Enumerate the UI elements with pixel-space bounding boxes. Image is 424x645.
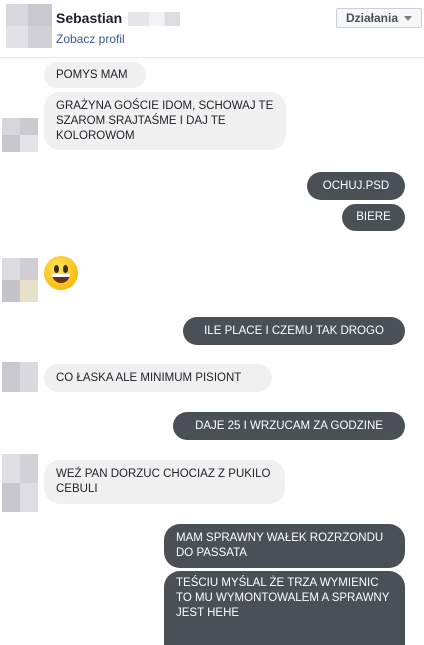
avatar[interactable] [2,362,38,392]
contact-name[interactable]: Sebastian [56,10,122,26]
chevron-down-icon [404,15,413,21]
message-bubble-outgoing: ILE PLACE I CZEMU TAK DROGO [183,317,405,345]
smiley-emoji-icon [44,256,78,290]
avatar[interactable] [6,4,52,48]
actions-label: Działania [345,11,399,25]
message-bubble-incoming: WEŹ PAN DORZUC CHOCIAZ Z PUKILO CEBULI [44,460,285,504]
redacted-surname [128,12,180,26]
message-bubble-outgoing: MAM SPRAWNY WAŁEK ROZRZONDU DO PASSATA [164,524,405,568]
avatar[interactable] [2,118,38,152]
chat-header: Sebastian Zobacz profil Działania [0,0,424,58]
message-bubble-incoming: GRAŻYNA GOŚCIE IDOM, SCHOWAJ TE SZAROM S… [44,92,286,150]
message-bubble-outgoing: BIERE [342,204,405,231]
view-profile-link[interactable]: Zobacz profil [56,32,125,46]
message-bubble-incoming: CO ŁASKA ALE MINIMUM PISIONT [44,364,272,392]
message-bubble-outgoing: DAJE 25 I WRZUCAM ZA GODZINE [173,412,405,440]
avatar[interactable] [2,258,38,302]
message-bubble-incoming: POMYS MAM [44,62,146,88]
avatar[interactable] [2,454,38,512]
actions-dropdown-button[interactable]: Działania [336,8,422,28]
message-bubble-outgoing: TEŚCIU MYŚLAL ŻE TRZA WYMIENIC TO MU WYM… [164,571,405,645]
message-bubble-outgoing: OCHUJ.PSD [307,172,405,200]
